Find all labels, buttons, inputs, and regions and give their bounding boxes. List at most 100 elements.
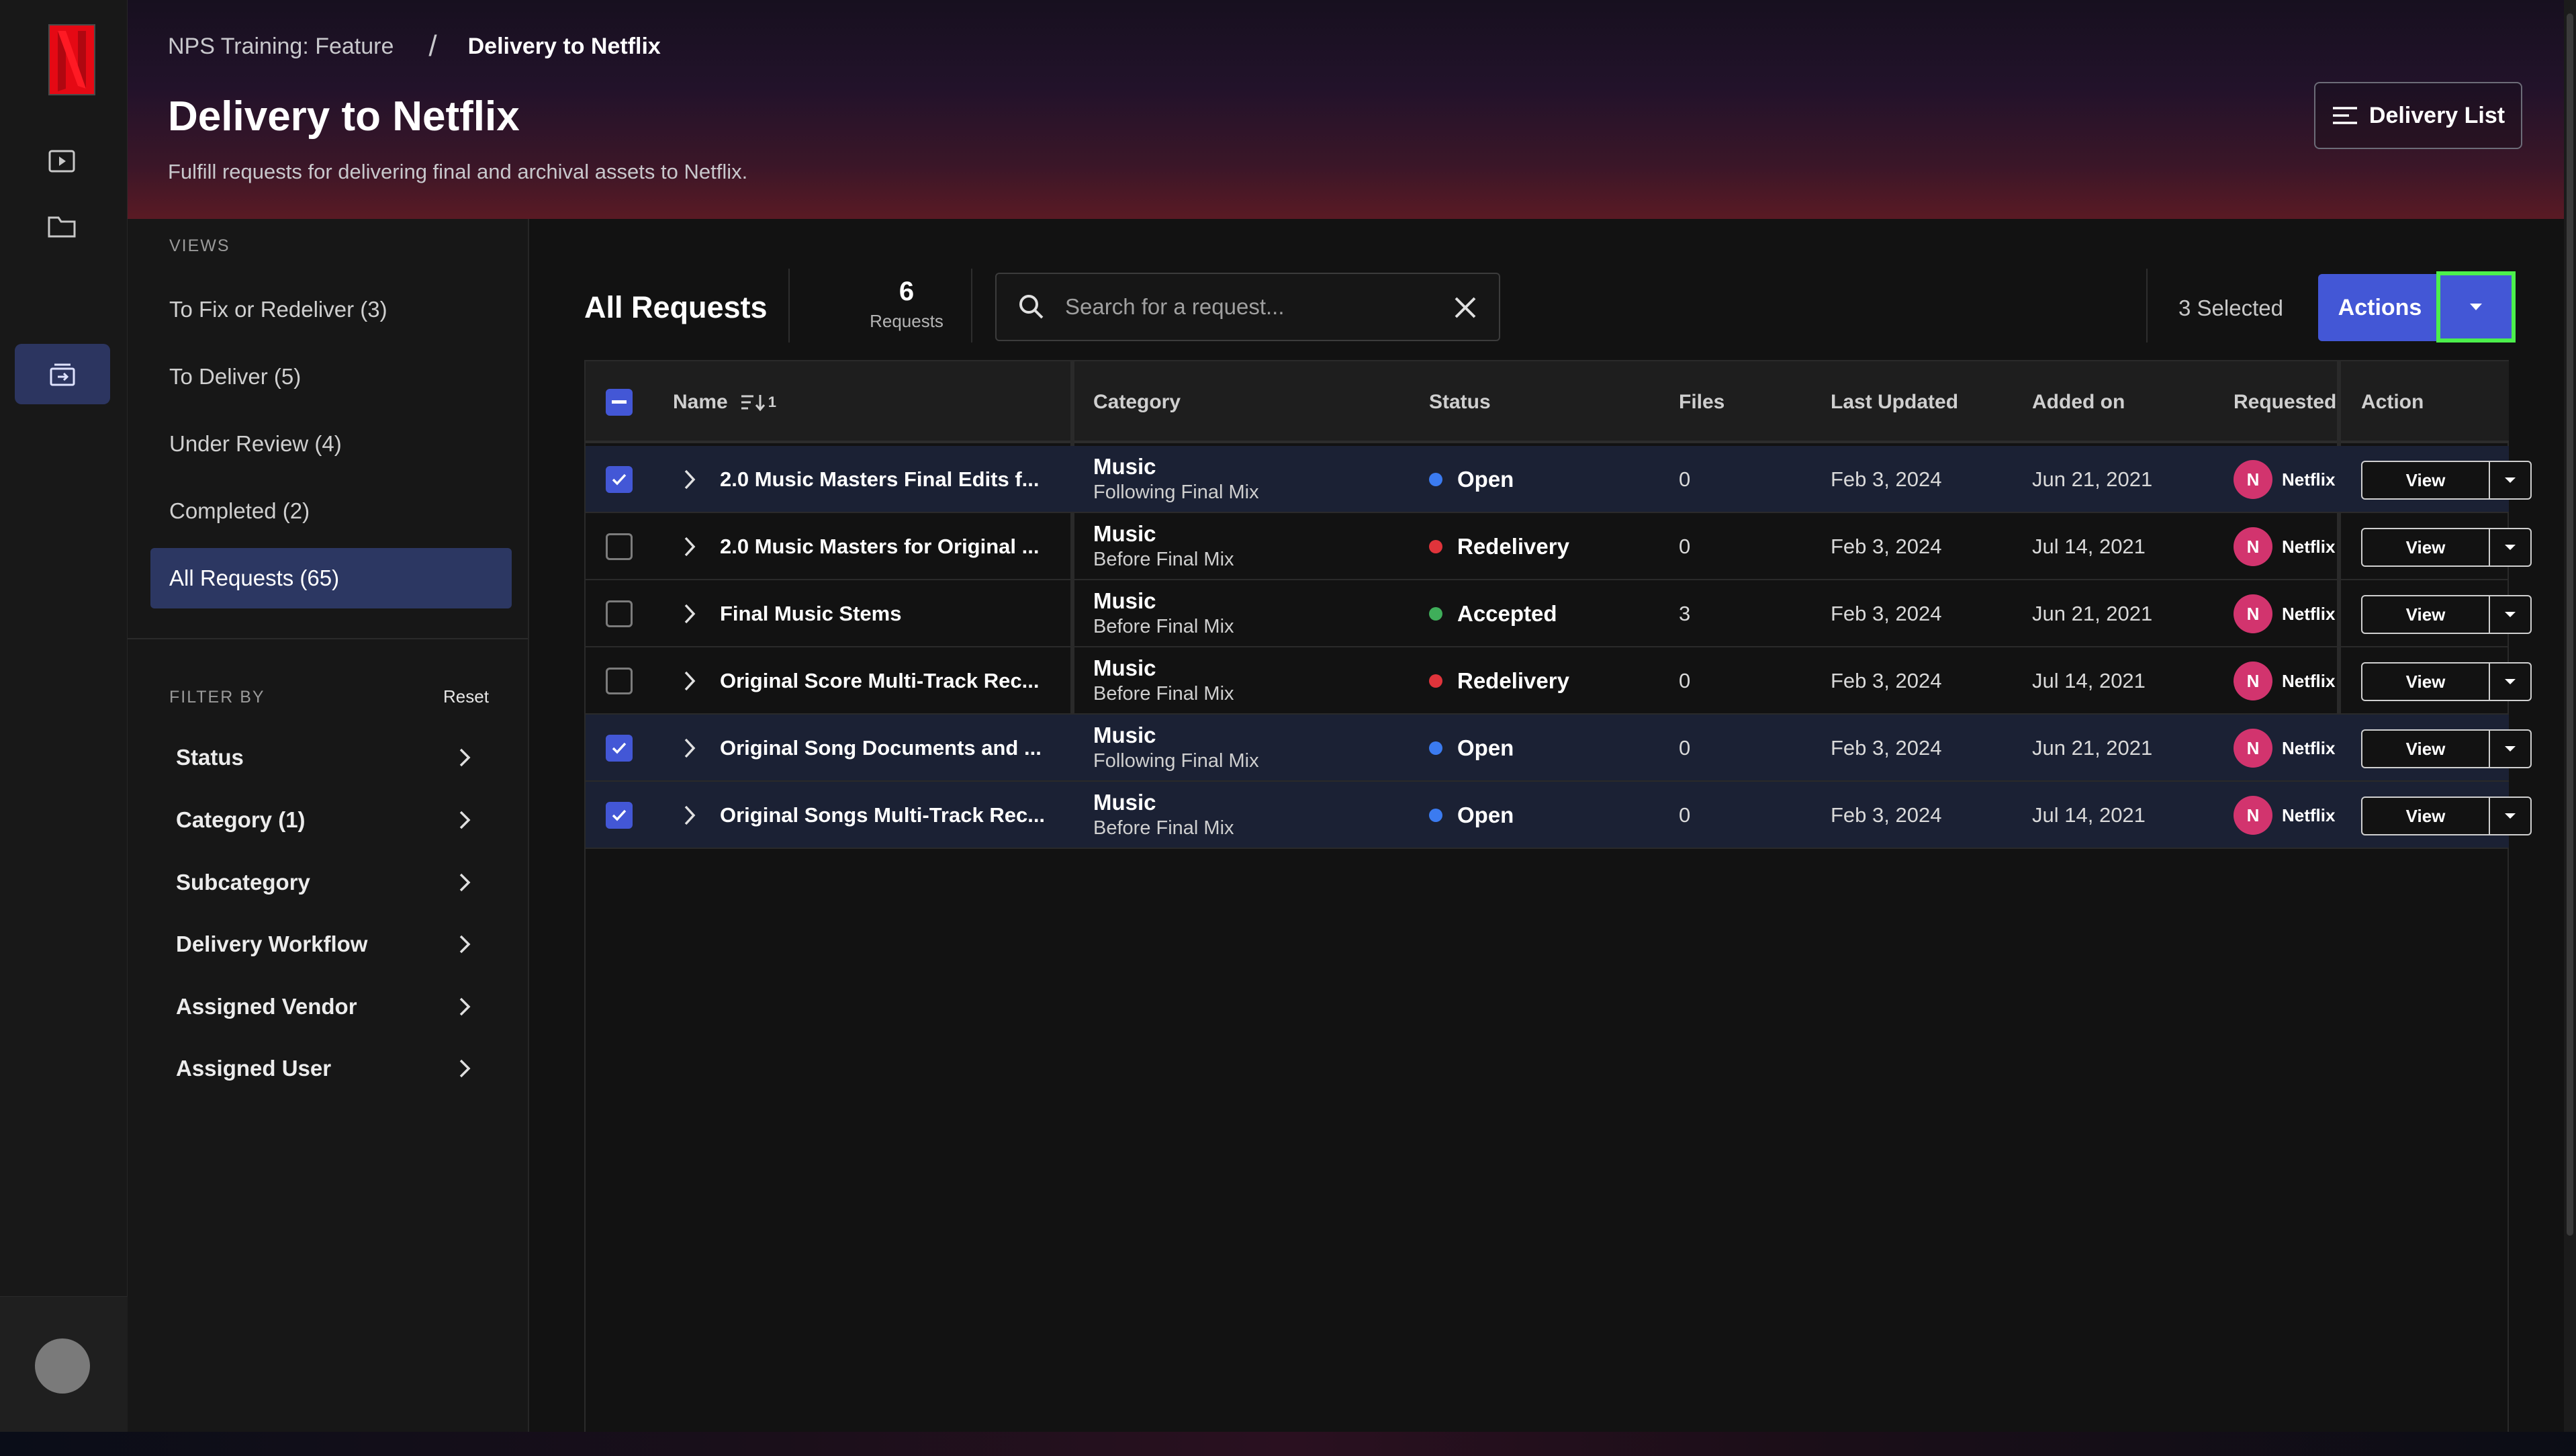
- breadcrumb-parent[interactable]: NPS Training: Feature: [168, 34, 394, 60]
- view-item-all-requests[interactable]: All Requests (65): [150, 548, 512, 608]
- caret-down-icon: [2505, 612, 2516, 617]
- row-status-label: Open: [1457, 735, 1514, 760]
- col-action: Action: [2361, 391, 2424, 413]
- view-button[interactable]: View: [2361, 797, 2490, 835]
- col-added-on[interactable]: Added on: [2032, 361, 2125, 443]
- actions-button[interactable]: Actions: [2318, 274, 2442, 341]
- requester-name: Netflix: [2282, 536, 2336, 557]
- view-button[interactable]: View: [2361, 595, 2490, 634]
- select-all-checkbox[interactable]: [606, 389, 633, 416]
- search-input[interactable]: [1065, 294, 1441, 320]
- requester-avatar: N: [2234, 729, 2272, 768]
- table-row[interactable]: Final Music Stems Music Before Final Mix…: [586, 580, 2532, 647]
- row-checkbox[interactable]: [606, 466, 633, 493]
- select-all-cell: [606, 361, 633, 443]
- scrollbar-thumb[interactable]: [2567, 13, 2573, 1236]
- sort-descending-icon: [741, 395, 765, 412]
- filter-subcategory[interactable]: Subcategory: [176, 859, 471, 906]
- user-avatar[interactable]: [35, 1338, 90, 1394]
- filter-status[interactable]: Status: [176, 734, 471, 781]
- view-button[interactable]: View: [2361, 729, 2490, 768]
- row-category-label: Music: [1093, 588, 1156, 613]
- view-dropdown-button[interactable]: [2489, 528, 2532, 567]
- left-rail: [0, 0, 128, 1432]
- col-requested[interactable]: Requested: [2234, 361, 2336, 443]
- col-name[interactable]: Name 1: [673, 361, 776, 443]
- close-icon[interactable]: [1451, 293, 1480, 322]
- table-row[interactable]: Original Songs Multi-Track Rec... Music …: [586, 782, 2532, 849]
- row-checkbox[interactable]: [606, 735, 633, 762]
- expand-row-button[interactable]: [684, 647, 696, 715]
- expand-row-button[interactable]: [684, 446, 696, 513]
- breadcrumb-current: Delivery to Netflix: [467, 33, 661, 59]
- view-item-to-fix[interactable]: To Fix or Redeliver (3): [150, 279, 512, 340]
- check-icon: [612, 473, 627, 486]
- filter-category[interactable]: Category (1): [176, 797, 471, 844]
- page-scrollbar[interactable]: [2564, 0, 2576, 1432]
- row-checkbox-cell: [606, 715, 633, 782]
- table-row[interactable]: 2.0 Music Masters Final Edits f... Music…: [586, 446, 2532, 513]
- col-status[interactable]: Status: [1429, 361, 1491, 443]
- row-action-cell: View: [2361, 647, 2536, 715]
- folder-icon[interactable]: [42, 207, 82, 247]
- chevron-right-icon: [684, 738, 696, 758]
- view-item-under-review[interactable]: Under Review (4): [150, 414, 512, 474]
- netflix-logo-icon[interactable]: [48, 24, 95, 95]
- view-dropdown-button[interactable]: [2489, 461, 2532, 500]
- row-category: Music Following Final Mix: [1093, 715, 1259, 782]
- row-name[interactable]: Original Songs Multi-Track Rec...: [720, 782, 1056, 849]
- table-row[interactable]: 2.0 Music Masters for Original ... Music…: [586, 513, 2532, 580]
- filter-assigned-user[interactable]: Assigned User: [176, 1045, 471, 1092]
- row-name[interactable]: Original Song Documents and ...: [720, 715, 1056, 782]
- status-dot-icon: [1429, 540, 1442, 553]
- chevron-right-icon: [684, 604, 696, 624]
- actions-dropdown-button[interactable]: [2436, 271, 2516, 343]
- row-name[interactable]: Original Score Multi-Track Rec...: [720, 647, 1056, 715]
- row-name[interactable]: 2.0 Music Masters Final Edits f...: [720, 446, 1056, 513]
- col-files[interactable]: Files: [1679, 361, 1724, 443]
- row-files: 0: [1679, 736, 1691, 760]
- view-dropdown-button[interactable]: [2489, 797, 2532, 835]
- view-button[interactable]: View: [2361, 528, 2490, 567]
- caret-down-icon: [2470, 304, 2482, 310]
- row-checkbox[interactable]: [606, 600, 633, 627]
- row-checkbox[interactable]: [606, 533, 633, 560]
- view-item-to-deliver[interactable]: To Deliver (5): [150, 347, 512, 407]
- expand-row-button[interactable]: [684, 715, 696, 782]
- filter-delivery-workflow[interactable]: Delivery Workflow: [176, 921, 471, 968]
- view-button[interactable]: View: [2361, 662, 2490, 701]
- delivery-list-button[interactable]: Delivery List: [2314, 82, 2522, 149]
- table-row[interactable]: Original Song Documents and ... Music Fo…: [586, 715, 2532, 782]
- row-requester: N Netflix: [2234, 647, 2336, 715]
- view-item-completed[interactable]: Completed (2): [150, 481, 512, 541]
- caret-down-icon: [2505, 477, 2516, 483]
- sidebar-divider: [128, 638, 528, 639]
- expand-row-button[interactable]: [684, 513, 696, 580]
- table-row[interactable]: Original Score Multi-Track Rec... Music …: [586, 647, 2532, 715]
- row-requester: N Netflix: [2234, 782, 2336, 849]
- row-name[interactable]: Final Music Stems: [720, 580, 1056, 647]
- play-icon[interactable]: [42, 141, 82, 181]
- view-dropdown-button[interactable]: [2489, 662, 2532, 701]
- main-content: All Requests 6 Requests 3 Selected Actio…: [531, 219, 2564, 1432]
- view-button[interactable]: View: [2361, 461, 2490, 500]
- request-count: 6 Requests: [839, 277, 974, 332]
- view-dropdown-button[interactable]: [2489, 729, 2532, 768]
- row-checkbox[interactable]: [606, 668, 633, 694]
- row-checkbox[interactable]: [606, 802, 633, 829]
- expand-row-button[interactable]: [684, 580, 696, 647]
- row-requester: N Netflix: [2234, 446, 2336, 513]
- row-subcategory-label: Before Final Mix: [1093, 616, 1234, 637]
- view-dropdown-button[interactable]: [2489, 595, 2532, 634]
- filter-assigned-vendor[interactable]: Assigned Vendor: [176, 983, 471, 1030]
- col-last-updated[interactable]: Last Updated: [1831, 361, 1958, 443]
- row-status-label: Open: [1457, 467, 1514, 492]
- col-category[interactable]: Category: [1093, 361, 1181, 443]
- filter-label: Assigned Vendor: [176, 994, 357, 1019]
- delivery-icon[interactable]: [15, 344, 110, 404]
- row-name[interactable]: 2.0 Music Masters for Original ...: [720, 513, 1056, 580]
- row-status: Accepted: [1429, 580, 1557, 647]
- expand-row-button[interactable]: [684, 782, 696, 849]
- row-added-on: Jul 14, 2021: [2032, 535, 2146, 558]
- reset-filters-link[interactable]: Reset: [443, 686, 489, 707]
